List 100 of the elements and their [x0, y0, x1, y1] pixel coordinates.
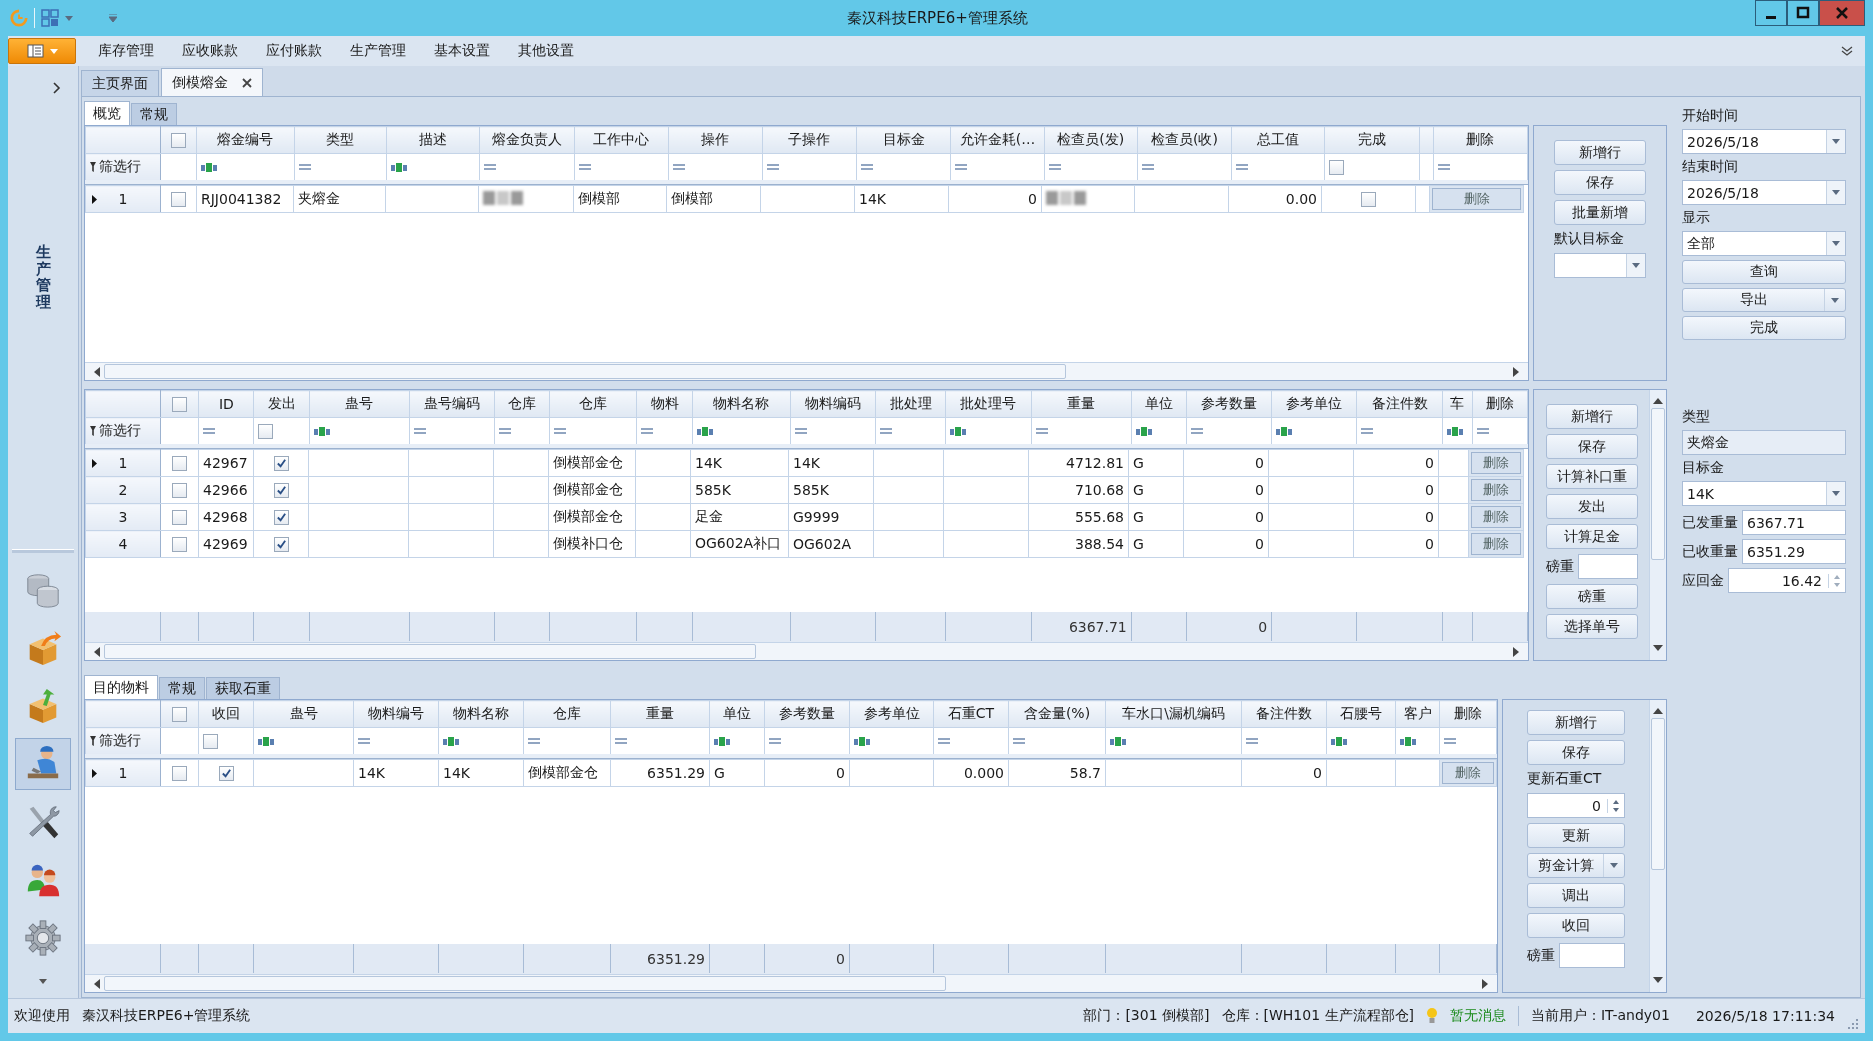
equals-icon[interactable] [1246, 738, 1258, 744]
tab[interactable]: 常规 [159, 677, 205, 699]
checkbox[interactable] [172, 766, 187, 782]
equals-icon[interactable] [554, 428, 567, 434]
equals-icon[interactable] [203, 428, 216, 434]
column-header[interactable]: 参考数量 [1186, 390, 1272, 418]
action-button[interactable]: 新增行 [1554, 140, 1646, 165]
text-filter-icon[interactable] [390, 162, 408, 172]
column-header[interactable]: ID [198, 390, 254, 418]
scroll-down-icon[interactable] [39, 979, 47, 984]
tab[interactable]: 获取石重 [206, 677, 280, 699]
checkbox[interactable] [273, 456, 289, 472]
number-field[interactable]: 0 [1527, 793, 1625, 818]
delete-button[interactable]: 删除 [1471, 533, 1521, 555]
column-header[interactable]: 含金量(%) [1008, 700, 1106, 728]
column-header[interactable]: 单位 [1131, 390, 1187, 418]
text-filter-icon[interactable] [1110, 736, 1127, 746]
dropdown[interactable]: 2026/5/18 [1682, 129, 1846, 154]
equals-icon[interactable] [769, 738, 781, 744]
action-button[interactable]: 新增行 [1545, 404, 1638, 429]
checkbox[interactable] [172, 537, 187, 553]
equals-icon[interactable] [861, 164, 874, 170]
maximize-button[interactable] [1787, 0, 1819, 26]
column-header[interactable]: 熔金负责人 [479, 126, 575, 154]
menu-item[interactable]: 生产管理 [336, 38, 420, 64]
column-header[interactable]: 目标金 [856, 126, 951, 154]
number-field[interactable]: 16.42 [1728, 568, 1846, 593]
action-button[interactable]: 批量新增 [1554, 200, 1646, 225]
column-header[interactable]: 参考单位 [849, 700, 934, 728]
column-header[interactable]: 蛊号编码 [409, 390, 495, 418]
split-button[interactable]: 导出 [1682, 288, 1846, 312]
horizontal-scrollbar[interactable] [85, 362, 1528, 380]
text-field[interactable]: 6367.71 [1742, 510, 1846, 535]
equals-icon[interactable] [528, 738, 540, 744]
equals-icon[interactable] [880, 428, 893, 434]
vertical-scrollbar[interactable] [1649, 700, 1666, 992]
equals-icon[interactable] [579, 164, 592, 170]
equals-icon[interactable] [1437, 164, 1450, 170]
checkbox[interactable] [258, 424, 274, 440]
equals-icon[interactable] [1035, 428, 1048, 434]
equals-icon[interactable] [615, 738, 627, 744]
text-field[interactable]: 6351.29 [1742, 539, 1846, 564]
equals-icon[interactable] [499, 428, 512, 434]
tab[interactable]: 常规 [131, 103, 177, 125]
dropdown[interactable]: 2026/5/18 [1682, 180, 1846, 205]
action-button[interactable]: 保存 [1545, 434, 1638, 459]
text-filter-icon[interactable] [696, 426, 714, 436]
column-header[interactable]: 类型 [294, 126, 387, 154]
column-header[interactable]: 参考单位 [1271, 390, 1357, 418]
checkbox[interactable] [273, 537, 289, 553]
tab[interactable]: 概览 [84, 101, 130, 125]
horizontal-scrollbar[interactable] [85, 974, 1497, 992]
checkbox[interactable] [172, 510, 187, 526]
text-field[interactable]: 夹熔金 [1682, 430, 1846, 455]
row-number[interactable]: 1 [118, 765, 128, 781]
column-header[interactable]: 熔金编号 [196, 126, 295, 154]
text-filter-icon[interactable] [1276, 426, 1294, 436]
column-header[interactable]: 允许金耗(… [950, 126, 1045, 154]
equals-icon[interactable] [641, 428, 654, 434]
action-button[interactable]: 计算足金 [1545, 524, 1638, 549]
row-number[interactable]: 1 [118, 455, 128, 471]
document-tab[interactable]: 倒模熔金 [161, 68, 263, 96]
action-button[interactable]: 发出 [1545, 494, 1638, 519]
action-button[interactable]: 更新 [1527, 823, 1625, 848]
action-button[interactable]: 新增行 [1527, 710, 1625, 735]
column-header[interactable]: 参考数量 [764, 700, 850, 728]
equals-icon[interactable] [358, 738, 370, 744]
column-header[interactable]: 收回 [198, 700, 254, 728]
checkbox[interactable] [172, 456, 187, 472]
message-status[interactable]: 暂无消息 [1450, 1007, 1506, 1025]
text-filter-icon[interactable] [854, 736, 871, 746]
layout-icon[interactable] [41, 9, 59, 27]
document-tab[interactable]: 主页界面 [81, 70, 159, 96]
equals-icon[interactable] [1361, 428, 1374, 434]
column-header[interactable]: 客户 [1395, 700, 1440, 728]
horizontal-scrollbar[interactable] [85, 642, 1528, 660]
column-header[interactable]: 仓库 [494, 390, 550, 418]
spinner-icon[interactable] [1607, 798, 1620, 813]
action-button[interactable]: 磅重 [1545, 584, 1638, 609]
text-filter-icon[interactable] [1331, 736, 1348, 746]
action-button[interactable]: 调出 [1527, 883, 1625, 908]
column-header[interactable]: 石腰号 [1326, 700, 1396, 728]
text-filter-icon[interactable] [714, 736, 731, 746]
collapse-icon[interactable] [1841, 46, 1853, 56]
column-header[interactable]: 重量 [610, 700, 710, 728]
column-header[interactable]: 检查员(收) [1137, 126, 1232, 154]
menu-item[interactable]: 应付账款 [252, 38, 336, 64]
text-filter-icon[interactable] [443, 736, 460, 746]
column-header[interactable]: 物料 [636, 390, 693, 418]
action-button[interactable]: 保存 [1527, 740, 1625, 765]
equals-icon[interactable] [484, 164, 497, 170]
column-header[interactable]: 单位 [709, 700, 765, 728]
text-filter-icon[interactable] [1446, 426, 1464, 436]
dropdown[interactable]: 全部 [1682, 231, 1846, 256]
column-header[interactable]: 删除 [1439, 700, 1497, 728]
column-header[interactable]: 物料名称 [692, 390, 791, 418]
text-filter-icon[interactable] [1400, 736, 1417, 746]
equals-icon[interactable] [1048, 164, 1061, 170]
text-filter-icon[interactable] [950, 426, 968, 436]
column-header[interactable]: 物料编号 [353, 700, 439, 728]
